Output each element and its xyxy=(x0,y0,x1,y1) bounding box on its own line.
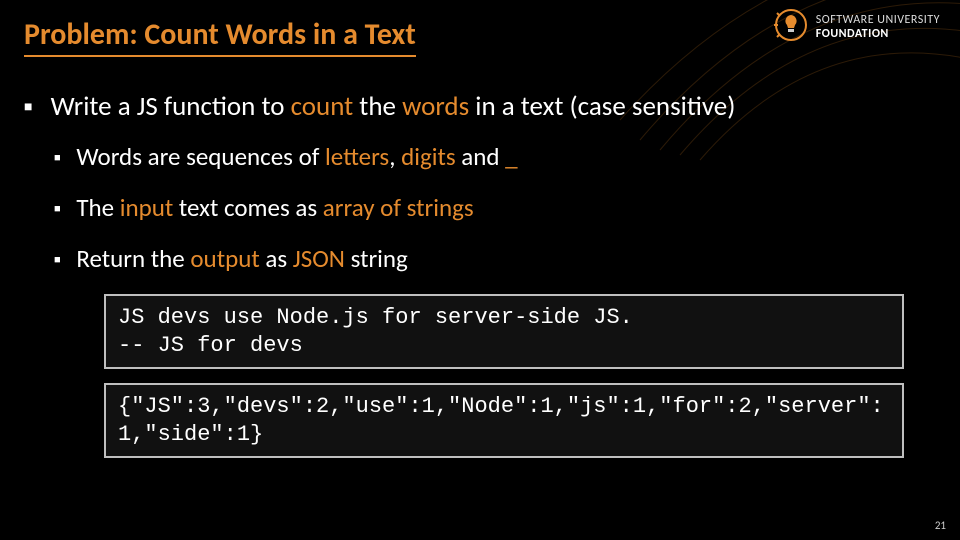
highlight: words xyxy=(402,90,469,123)
lightbulb-icon xyxy=(774,8,808,47)
highlight: _ xyxy=(505,141,517,172)
text: as xyxy=(260,243,293,274)
text: , xyxy=(389,141,401,172)
highlight: count xyxy=(291,90,354,123)
text: The xyxy=(76,192,119,223)
bullet-sub-2: The input text comes as array of strings xyxy=(54,192,936,223)
text: text comes as xyxy=(173,192,323,223)
highlight: input xyxy=(120,192,174,223)
highlight: JSON xyxy=(293,243,345,274)
text: Return the xyxy=(76,243,190,274)
logo-line1: SOFTWARE UNIVERSITY xyxy=(816,14,940,27)
bullet-main: Write a JS function to count the words i… xyxy=(24,90,936,123)
text: in a text (case sensitive) xyxy=(469,90,735,123)
highlight: digits xyxy=(401,141,456,172)
text: Words are sequences of xyxy=(76,141,325,172)
bullet-sub-3: Return the output as JSON string xyxy=(54,243,936,274)
code-input: JS devs use Node.js for server-side JS. … xyxy=(104,294,904,369)
code-output: {"JS":3,"devs":2,"use":1,"Node":1,"js":1… xyxy=(104,383,904,458)
highlight: letters xyxy=(325,141,389,172)
highlight: output xyxy=(190,243,259,274)
logo-line2: FOUNDATION xyxy=(816,28,940,41)
slide-content: Write a JS function to count the words i… xyxy=(24,90,936,472)
text: Write a JS function to xyxy=(51,90,291,123)
brand-logo: SOFTWARE UNIVERSITY FOUNDATION xyxy=(774,8,940,47)
highlight: array of strings xyxy=(323,192,474,223)
bullet-sub-1: Words are sequences of letters, digits a… xyxy=(54,141,936,172)
page-number: 21 xyxy=(935,519,946,532)
text: string xyxy=(345,243,408,274)
text: and xyxy=(456,141,506,172)
text: the xyxy=(353,90,402,123)
slide-title: Problem: Count Words in a Text xyxy=(24,16,416,57)
